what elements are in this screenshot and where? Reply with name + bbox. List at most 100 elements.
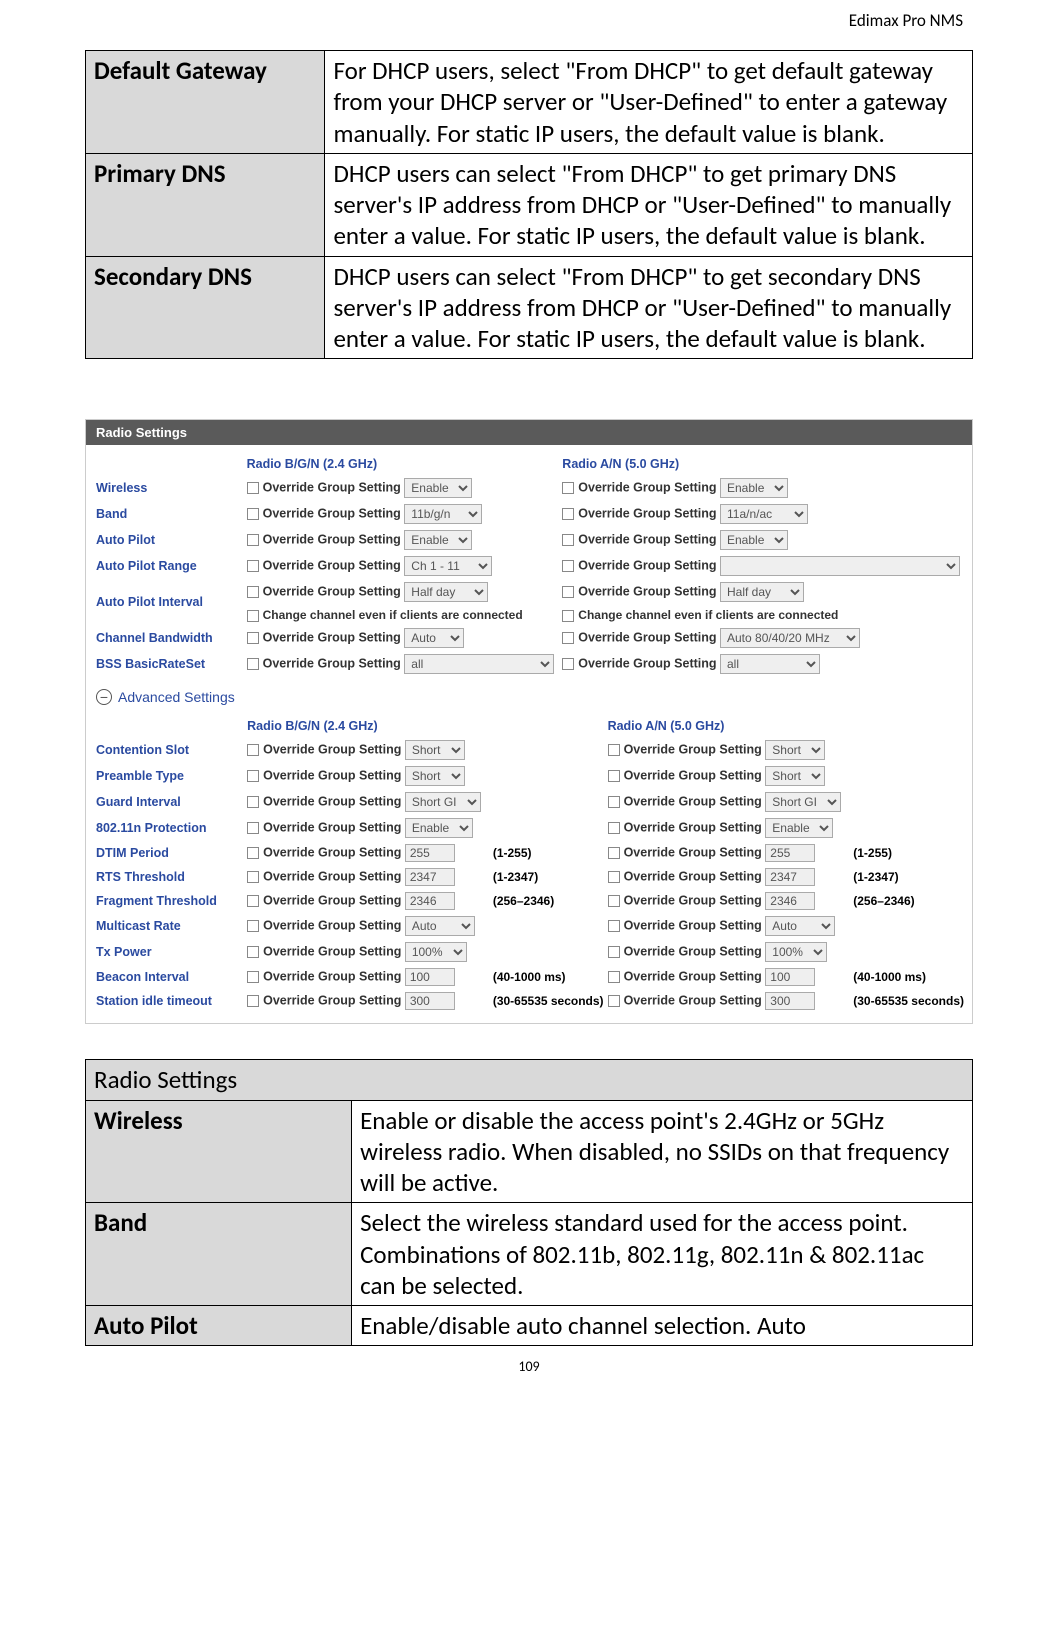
override-checkbox[interactable] [247,632,259,644]
override-label: Override Group Setting [263,533,401,547]
autopilot-50-select[interactable]: Enable [720,530,788,550]
cslot-50-select[interactable]: Short [765,740,825,760]
label-chbw: Channel Bandwidth [92,625,245,651]
override-checkbox[interactable] [562,586,574,598]
cslot-24-select[interactable]: Short [405,740,465,760]
gateway-dns-table: Default Gateway For DHCP users, select "… [85,50,973,359]
gi-50-select[interactable]: Short GI [765,792,841,812]
override-checkbox[interactable] [247,971,259,983]
preamble-24-select[interactable]: Short [405,766,465,786]
chbw-50-select[interactable]: Auto 80/40/20 MHz [720,628,860,648]
override-checkbox[interactable] [608,847,620,859]
autopilot-24-select[interactable]: Enable [404,530,472,550]
band-24-select[interactable]: 11b/g/n [404,504,482,524]
override-checkbox[interactable] [608,946,620,958]
override-checkbox[interactable] [562,560,574,572]
override-checkbox[interactable] [562,534,574,546]
rts-50-input[interactable] [765,868,815,886]
label-rts: RTS Threshold [92,865,245,889]
override-checkbox[interactable] [608,920,620,932]
override-checkbox[interactable] [608,796,620,808]
override-checkbox[interactable] [247,586,259,598]
txpower-50-select[interactable]: 100% [765,942,827,962]
override-checkbox[interactable] [247,847,259,859]
label-cslot: Contention Slot [92,737,245,763]
override-label: Override Group Setting [263,870,401,884]
override-label: Override Group Setting [263,559,401,573]
override-checkbox[interactable] [562,632,574,644]
advanced-settings-toggle[interactable]: − Advanced Settings [92,677,966,713]
gi-24-select[interactable]: Short GI [405,792,481,812]
mcast-24-select[interactable]: Auto [405,916,475,936]
override-label: Override Group Setting [263,657,401,671]
override-checkbox[interactable] [608,895,620,907]
bssrate-24-select[interactable]: all [404,654,554,674]
wireless-24-select[interactable]: Enable [404,478,472,498]
override-checkbox[interactable] [562,658,574,670]
row-band-desc-label: Band [86,1203,352,1306]
beacon-hint: (40-1000 ms) [483,965,606,989]
override-checkbox[interactable] [247,920,259,932]
dot11n-24-select[interactable]: Enable [405,818,473,838]
override-label: Override Group Setting [263,846,401,860]
override-label: Override Group Setting [578,631,716,645]
override-checkbox[interactable] [247,482,259,494]
idle-24-input[interactable] [405,992,455,1010]
override-checkbox[interactable] [247,895,259,907]
override-checkbox[interactable] [247,822,259,834]
row-default-gateway-label: Default Gateway [86,51,325,154]
chbw-24-select[interactable]: Auto [404,628,464,648]
beacon-50-input[interactable] [765,968,815,986]
dot11n-50-select[interactable]: Enable [765,818,833,838]
override-label: Override Group Setting [624,769,762,783]
override-checkbox[interactable] [247,744,259,756]
override-checkbox[interactable] [608,995,620,1007]
override-label: Override Group Setting [263,631,401,645]
txpower-24-select[interactable]: 100% [405,942,467,962]
override-checkbox[interactable] [562,482,574,494]
override-checkbox[interactable] [247,770,259,782]
idle-50-input[interactable] [765,992,815,1010]
apinterval-24-select[interactable]: Half day [404,582,488,602]
beacon-24-input[interactable] [405,968,455,986]
override-checkbox[interactable] [247,534,259,546]
label-gi: Guard Interval [92,789,245,815]
override-checkbox[interactable] [247,995,259,1007]
dtim-24-input[interactable] [405,844,455,862]
band-50-select[interactable]: 11a/n/ac [720,504,808,524]
override-checkbox[interactable] [247,560,259,572]
row-rts: RTS Threshold Override Group Setting (1-… [92,865,966,889]
label-apinterval: Auto Pilot Interval [92,579,245,625]
override-checkbox[interactable] [562,508,574,520]
aprange-24-select[interactable]: Ch 1 - 11 [404,556,492,576]
override-checkbox[interactable] [247,796,259,808]
apinterval-50-select[interactable]: Half day [720,582,804,602]
frag-24-input[interactable] [405,892,455,910]
frag-50-input[interactable] [765,892,815,910]
mcast-50-select[interactable]: Auto [765,916,835,936]
aprange-50-select[interactable] [720,556,960,576]
override-checkbox[interactable] [247,946,259,958]
change-channel-checkbox[interactable] [247,610,259,622]
override-checkbox[interactable] [247,871,259,883]
rts-24-input[interactable] [405,868,455,886]
override-label: Override Group Setting [263,585,401,599]
override-checkbox[interactable] [608,971,620,983]
override-label: Override Group Setting [263,970,401,984]
preamble-50-select[interactable]: Short [765,766,825,786]
wireless-50-select[interactable]: Enable [720,478,788,498]
row-dot11n: 802.11n Protection Override Group Settin… [92,815,966,841]
override-checkbox[interactable] [247,508,259,520]
change-channel-checkbox[interactable] [562,610,574,622]
bssrate-50-select[interactable]: all [720,654,820,674]
change-channel-label: Change channel even if clients are conne… [263,608,523,622]
dtim-50-input[interactable] [765,844,815,862]
row-idle: Station idle timeout Override Group Sett… [92,989,966,1013]
override-checkbox[interactable] [608,822,620,834]
col-header-50ghz: Radio A/N (5.0 GHz) [560,451,966,475]
override-checkbox[interactable] [608,744,620,756]
override-checkbox[interactable] [608,770,620,782]
override-label: Override Group Setting [624,894,762,908]
override-checkbox[interactable] [608,871,620,883]
override-checkbox[interactable] [247,658,259,670]
